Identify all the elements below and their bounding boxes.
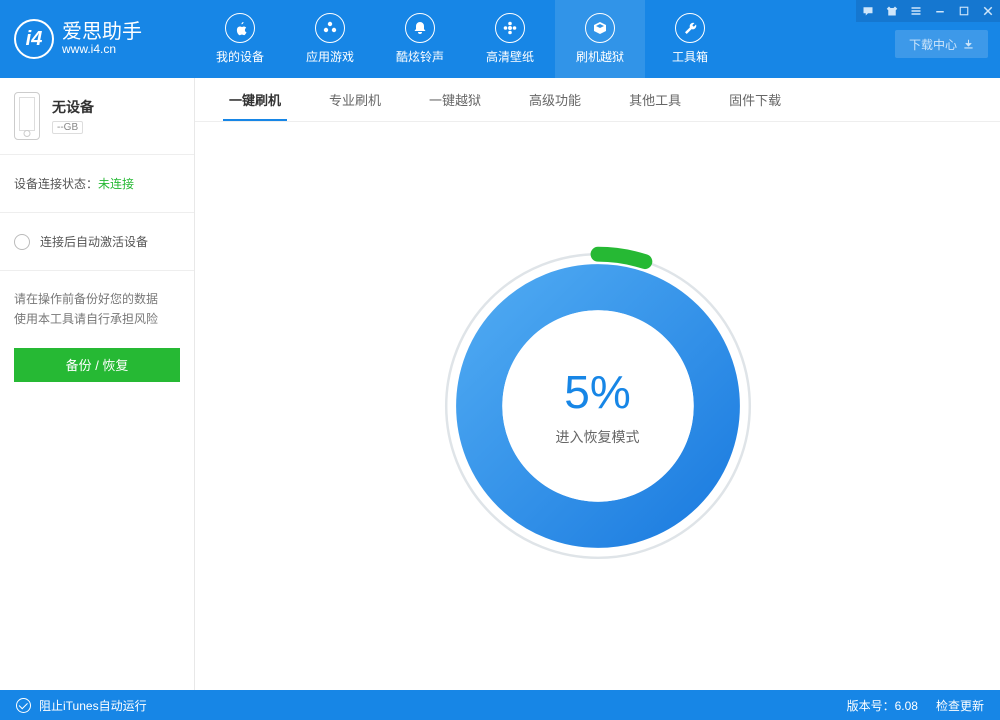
menu-icon[interactable] [904, 0, 928, 22]
main-panel: 一键刷机专业刷机一键越狱高级功能其他工具固件下载 [195, 78, 1000, 690]
device-name: 无设备 [52, 97, 94, 117]
nav-label: 我的设备 [216, 48, 264, 65]
minimize-icon[interactable] [928, 0, 952, 22]
main-nav: 我的设备 应用游戏 酷炫铃声 高清壁纸 刷机越狱 工具箱 [195, 0, 735, 78]
nav-flower[interactable]: 高清壁纸 [465, 0, 555, 78]
nav-apple[interactable]: 我的设备 [195, 0, 285, 78]
nav-label: 酷炫铃声 [396, 48, 444, 65]
maximize-icon[interactable] [952, 0, 976, 22]
nav-box[interactable]: 刷机越狱 [555, 0, 645, 78]
nav-wrench[interactable]: 工具箱 [645, 0, 735, 78]
download-center-label: 下载中心 [909, 36, 957, 53]
nav-label: 高清壁纸 [486, 48, 534, 65]
check-icon [16, 698, 31, 713]
logo-block: i4 爱思助手 www.i4.cn [0, 0, 195, 78]
progress-ring: 5% 进入恢复模式 [433, 241, 763, 571]
status-label: 设备连接状态： [14, 177, 98, 191]
phone-icon [14, 92, 40, 140]
tab-高级功能[interactable]: 高级功能 [505, 78, 605, 121]
hint-line-2: 使用本工具请自行承担风险 [14, 309, 180, 329]
tab-一键刷机[interactable]: 一键刷机 [205, 78, 305, 121]
wrench-icon [675, 13, 705, 43]
feedback-icon[interactable] [856, 0, 880, 22]
titlebar-buttons [856, 0, 1000, 22]
block-itunes-toggle[interactable]: 阻止iTunes自动运行 [16, 697, 147, 714]
connection-status: 设备连接状态：未连接 [0, 155, 194, 213]
status-bar: 阻止iTunes自动运行 版本号：6.08 检查更新 [0, 690, 1000, 720]
tab-一键越狱[interactable]: 一键越狱 [405, 78, 505, 121]
nav-bell[interactable]: 酷炫铃声 [375, 0, 465, 78]
progress-percent: 5% [564, 365, 630, 419]
box-icon [585, 13, 615, 43]
progress-label: 进入恢复模式 [556, 427, 640, 447]
download-icon [963, 39, 974, 50]
hint-line-1: 请在操作前备份好您的数据 [14, 289, 180, 309]
check-update-link[interactable]: 检查更新 [936, 697, 984, 714]
nav-label: 应用游戏 [306, 48, 354, 65]
bell-icon [405, 13, 435, 43]
nav-label: 刷机越狱 [576, 48, 624, 65]
tab-专业刷机[interactable]: 专业刷机 [305, 78, 405, 121]
device-storage: --GB [52, 121, 83, 134]
tab-固件下载[interactable]: 固件下载 [705, 78, 805, 121]
block-itunes-label: 阻止iTunes自动运行 [39, 697, 147, 714]
status-value: 未连接 [98, 177, 134, 191]
flower-icon [495, 13, 525, 43]
device-block: 无设备 --GB [0, 78, 194, 155]
apple-icon [225, 13, 255, 43]
apps-icon [315, 13, 345, 43]
content-area: 5% 进入恢复模式 [195, 122, 1000, 690]
auto-activate-checkbox[interactable]: 连接后自动激活设备 [0, 213, 194, 271]
close-icon[interactable] [976, 0, 1000, 22]
sidebar: 无设备 --GB 设备连接状态：未连接 连接后自动激活设备 请在操作前备份好您的… [0, 78, 195, 690]
auto-activate-label: 连接后自动激活设备 [40, 233, 148, 250]
skin-icon[interactable] [880, 0, 904, 22]
app-header: i4 爱思助手 www.i4.cn 我的设备 应用游戏 酷炫铃声 高清壁纸 刷机越狱 工具… [0, 0, 1000, 78]
nav-label: 工具箱 [672, 48, 708, 65]
checkbox-icon [14, 234, 30, 250]
logo-icon: i4 [14, 19, 54, 59]
app-title: 爱思助手 [62, 22, 142, 42]
nav-apps[interactable]: 应用游戏 [285, 0, 375, 78]
version-display: 版本号：6.08 [847, 697, 918, 714]
backup-restore-button[interactable]: 备份 / 恢复 [14, 348, 180, 382]
tab-其他工具[interactable]: 其他工具 [605, 78, 705, 121]
download-center-button[interactable]: 下载中心 [895, 30, 988, 58]
backup-hint: 请在操作前备份好您的数据 使用本工具请自行承担风险 [0, 271, 194, 344]
sub-tabs: 一键刷机专业刷机一键越狱高级功能其他工具固件下载 [195, 78, 1000, 122]
app-subtitle: www.i4.cn [62, 42, 142, 56]
